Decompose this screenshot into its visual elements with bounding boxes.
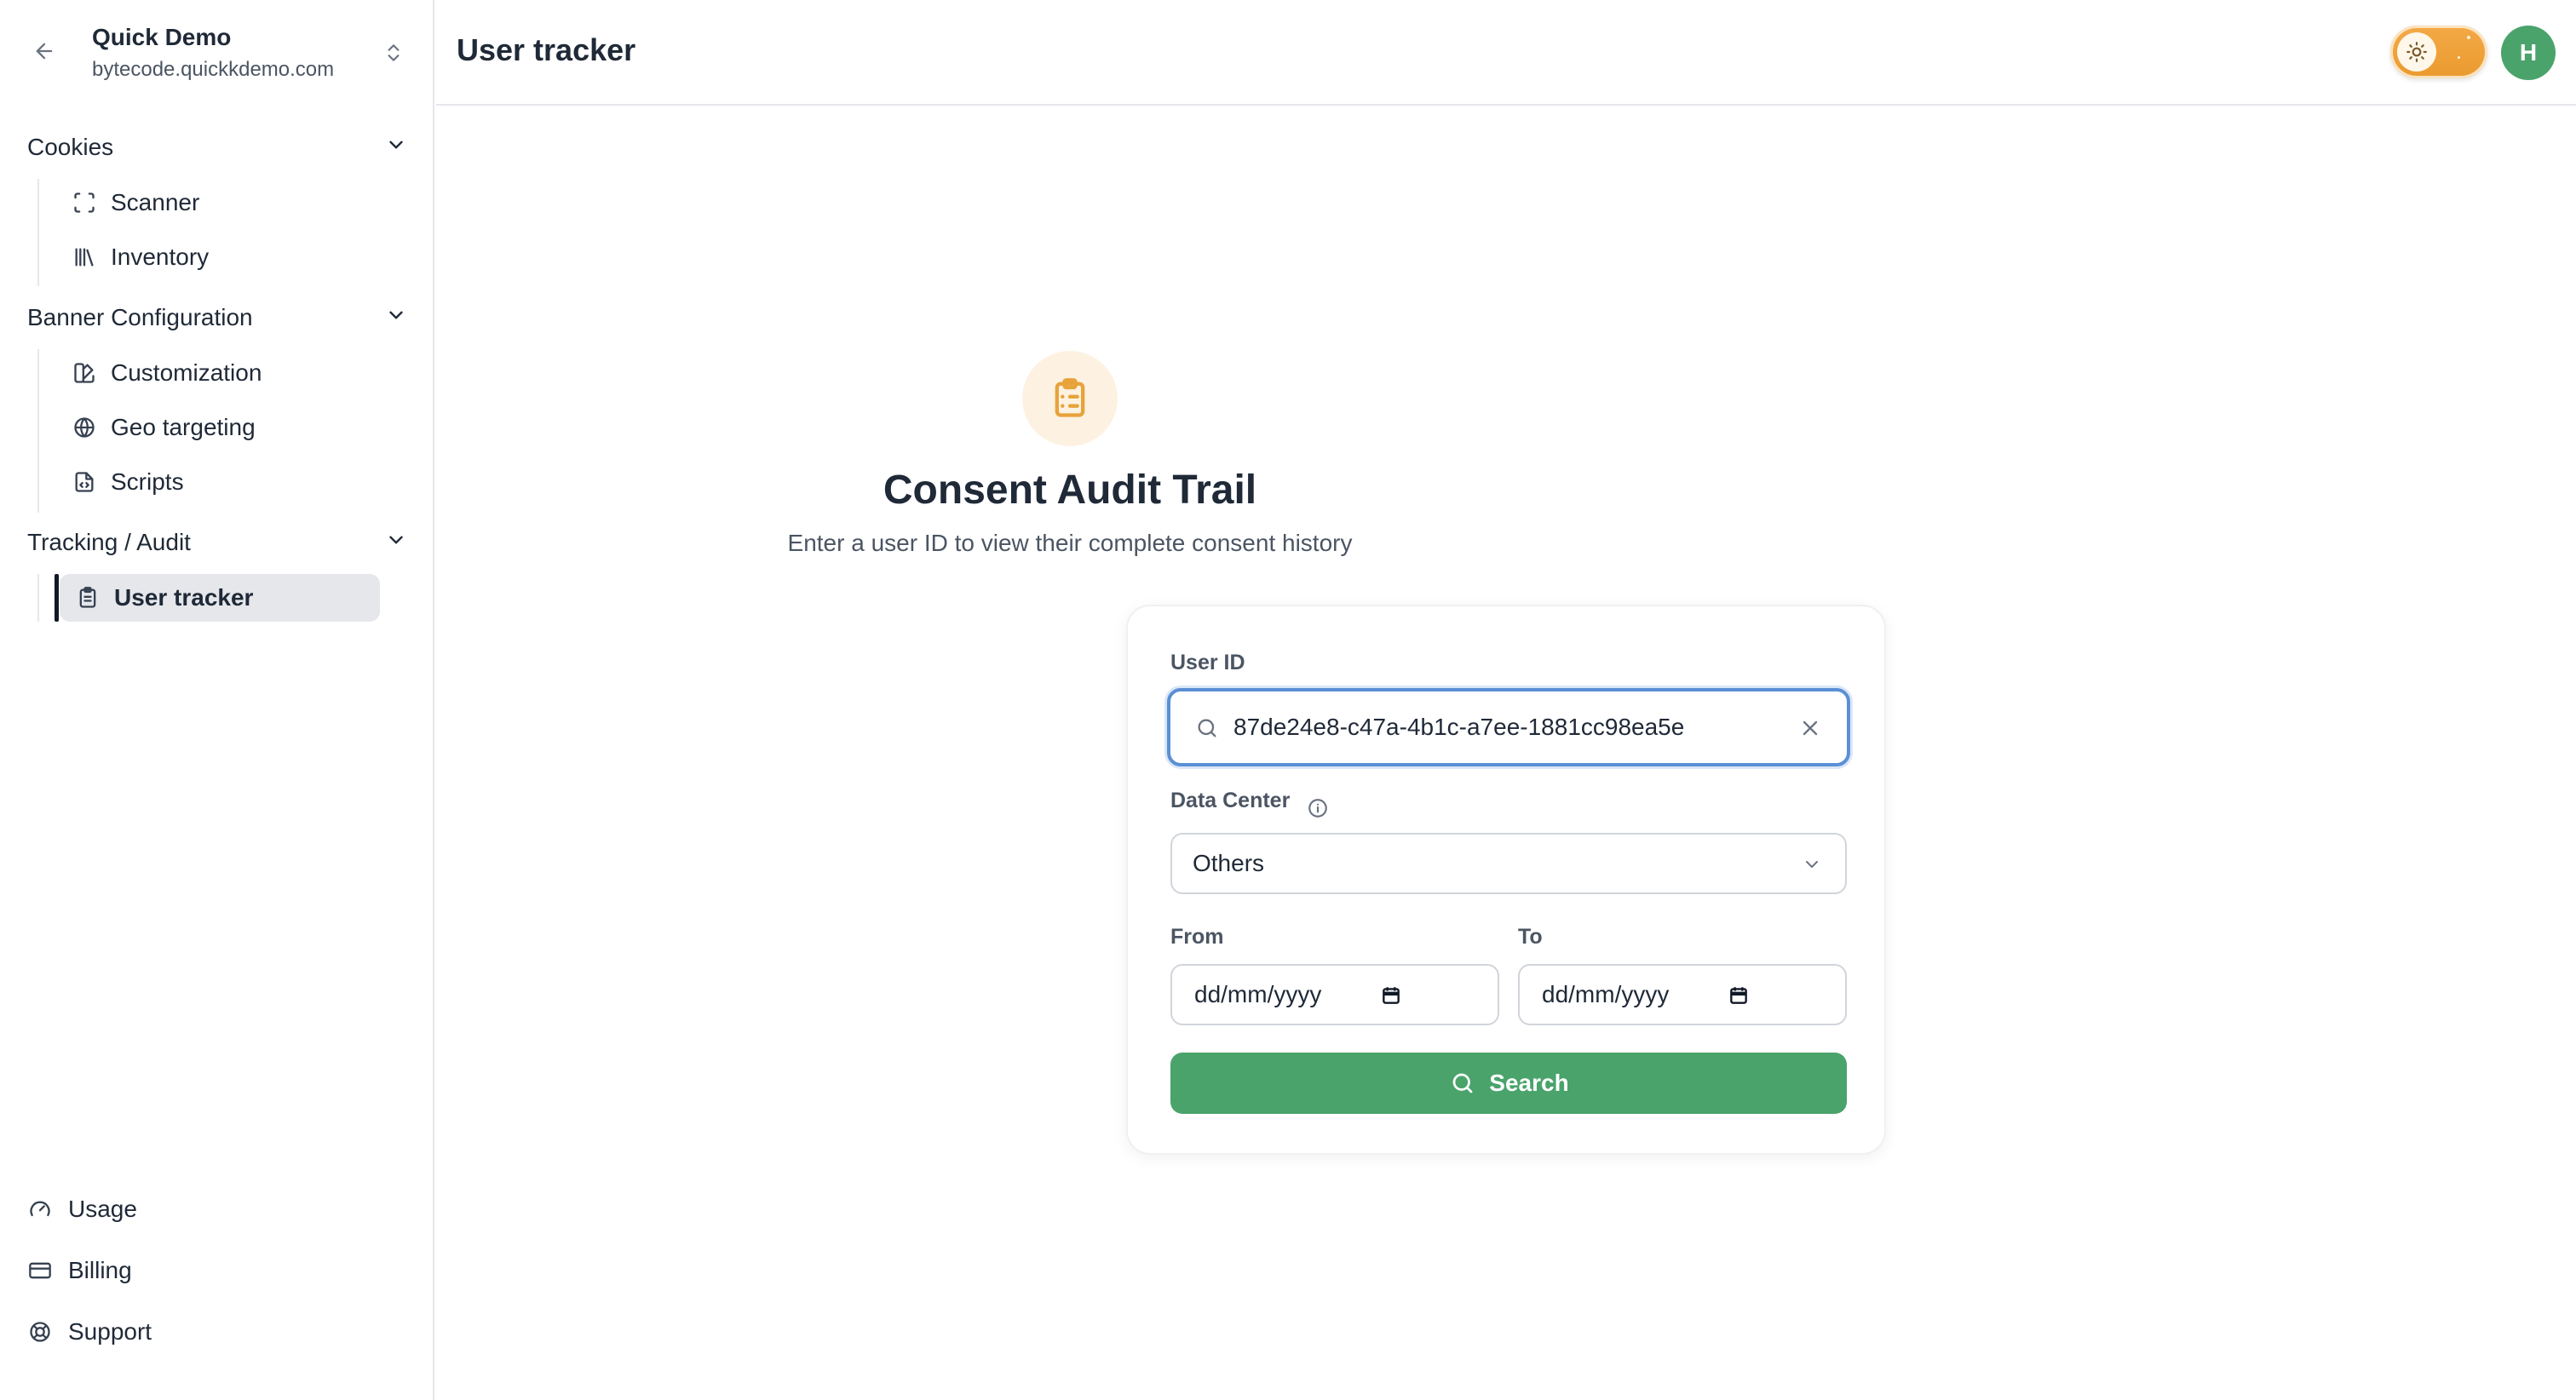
avatar[interactable]: H xyxy=(2501,26,2556,80)
clipboard-icon xyxy=(73,583,102,612)
to-date-placeholder: dd/mm/yyyy xyxy=(1542,981,1670,1007)
nav-group-tracking-audit[interactable]: Tracking / Audit xyxy=(27,523,407,562)
nav-group-line xyxy=(37,574,39,622)
file-code-icon xyxy=(70,468,99,496)
search-card: User ID Data Center Others From To dd/mm… xyxy=(1126,605,1886,1155)
palette-icon xyxy=(70,359,99,387)
user-id-input[interactable] xyxy=(1233,703,1787,751)
sidebar-item-support[interactable]: Support xyxy=(26,1311,152,1352)
sidebar-item-geo-targeting[interactable]: Geo targeting xyxy=(56,404,380,451)
clear-icon[interactable] xyxy=(1794,712,1826,744)
sidebar-item-label: Geo targeting xyxy=(111,414,256,440)
life-buoy-icon xyxy=(26,1317,55,1346)
main-content: User tracker H Consent Audit Trail Enter… xyxy=(436,0,2576,1400)
chevron-down-icon xyxy=(385,134,407,162)
search-icon xyxy=(1448,1069,1477,1098)
nav-group-banner-configuration[interactable]: Banner Configuration xyxy=(27,298,407,337)
sidebar-item-billing[interactable]: Billing xyxy=(26,1250,132,1291)
calendar-icon[interactable] xyxy=(1378,983,1404,1008)
sidebar-item-usage[interactable]: Usage xyxy=(26,1189,137,1230)
search-button-label: Search xyxy=(1489,1070,1569,1096)
sidebar-item-label: Scripts xyxy=(111,468,184,495)
nav-group-line xyxy=(37,349,39,513)
sidebar-item-user-tracker[interactable]: User tracker xyxy=(60,574,380,622)
from-date-placeholder: dd/mm/yyyy xyxy=(1194,981,1322,1007)
from-date-input[interactable]: dd/mm/yyyy xyxy=(1170,964,1499,1025)
org-domain: bytecode.quickkdemo.com xyxy=(92,58,335,81)
star-decoration xyxy=(2458,56,2460,59)
back-arrow-icon[interactable] xyxy=(27,34,61,68)
library-icon xyxy=(70,243,99,272)
search-icon xyxy=(1193,714,1222,743)
sidebar: Quick Demo bytecode.quickkdemo.com Cooki… xyxy=(0,0,434,1400)
nav-group-label: Cookies xyxy=(27,134,114,160)
gauge-icon xyxy=(26,1195,55,1224)
search-button[interactable]: Search xyxy=(1170,1053,1847,1114)
page-title: User tracker xyxy=(457,32,636,67)
credit-card-icon xyxy=(26,1256,55,1285)
nav-group-cookies[interactable]: Cookies xyxy=(27,128,407,167)
sidebar-item-label: User tracker xyxy=(114,584,254,611)
sidebar-item-label: Inventory xyxy=(111,244,210,270)
active-indicator xyxy=(55,574,59,622)
chevrons-up-down-icon[interactable] xyxy=(380,36,407,70)
sidebar-item-scanner[interactable]: Scanner xyxy=(56,179,380,227)
audit-heading: Consent Audit Trail xyxy=(883,468,1257,513)
data-center-value: Others xyxy=(1193,850,1265,876)
theme-toggle[interactable] xyxy=(2390,26,2487,78)
user-id-label: User ID xyxy=(1170,651,1245,674)
globe-icon xyxy=(70,413,99,442)
nav-group-line xyxy=(37,179,39,286)
sidebar-item-label: Usage xyxy=(68,1196,137,1222)
audit-subheading: Enter a user ID to view their complete c… xyxy=(787,530,1353,556)
clipboard-list-icon xyxy=(1022,351,1118,446)
org-switcher[interactable]: Quick Demo bytecode.quickkdemo.com xyxy=(27,22,407,83)
calendar-icon[interactable] xyxy=(1726,983,1751,1008)
to-date-input[interactable]: dd/mm/yyyy xyxy=(1518,964,1847,1025)
from-label: From xyxy=(1170,925,1224,949)
sidebar-item-label: Scanner xyxy=(111,189,200,215)
sidebar-item-label: Billing xyxy=(68,1257,132,1283)
sidebar-item-inventory[interactable]: Inventory xyxy=(56,233,380,281)
org-name: Quick Demo xyxy=(92,24,232,50)
data-center-label: Data Center xyxy=(1170,789,1291,812)
chevron-down-icon xyxy=(1799,852,1825,877)
chevron-down-icon xyxy=(385,529,407,557)
user-id-field[interactable] xyxy=(1167,688,1850,766)
sidebar-item-label: Customization xyxy=(111,359,262,386)
sidebar-item-label: Support xyxy=(68,1318,152,1345)
data-center-select[interactable]: Others xyxy=(1170,833,1847,894)
sun-icon xyxy=(2397,32,2436,72)
to-label: To xyxy=(1518,925,1543,949)
scan-icon xyxy=(70,188,99,217)
nav-group-label: Banner Configuration xyxy=(27,304,253,330)
chevron-down-icon xyxy=(385,304,407,332)
sidebar-item-customization[interactable]: Customization xyxy=(56,349,380,397)
star-decoration xyxy=(2467,36,2470,39)
top-bar: User tracker H xyxy=(436,0,2576,106)
sidebar-item-scripts[interactable]: Scripts xyxy=(56,458,380,506)
nav-group-label: Tracking / Audit xyxy=(27,529,191,555)
info-icon[interactable] xyxy=(1305,795,1331,821)
